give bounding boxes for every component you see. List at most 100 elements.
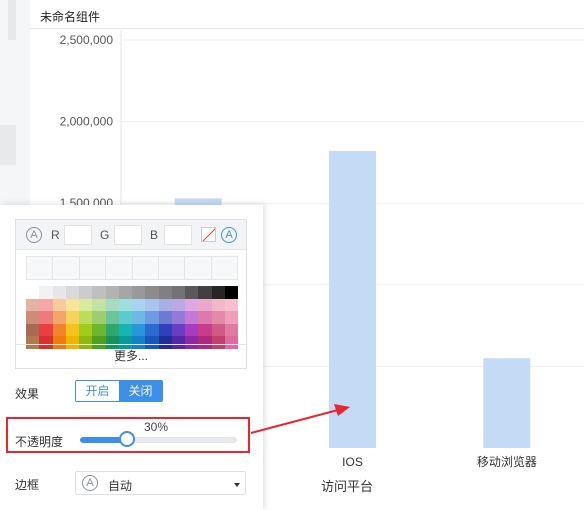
- color-swatch[interactable]: [132, 311, 146, 324]
- r-input[interactable]: [64, 225, 92, 245]
- recent-color-swatch[interactable]: [185, 257, 212, 279]
- opacity-slider-track[interactable]: [80, 437, 237, 443]
- color-swatch[interactable]: [52, 323, 66, 336]
- opacity-value: 30%: [144, 420, 169, 434]
- color-swatch[interactable]: [39, 311, 53, 324]
- color-picker: A R G B A 更多...: [15, 219, 247, 369]
- color-swatch[interactable]: [171, 323, 185, 336]
- chevron-down-icon: [234, 483, 240, 487]
- color-swatch[interactable]: [224, 311, 238, 324]
- recent-color-swatch[interactable]: [53, 257, 80, 279]
- color-swatch[interactable]: [171, 286, 185, 299]
- color-swatch[interactable]: [26, 323, 40, 336]
- sidebar-scroll-handle[interactable]: [8, 0, 16, 40]
- color-swatch[interactable]: [171, 311, 185, 324]
- recent-color-swatch[interactable]: [158, 257, 186, 279]
- recent-color-swatch[interactable]: [79, 257, 107, 279]
- opacity-slider-knob[interactable]: [119, 431, 135, 447]
- color-swatch[interactable]: [211, 298, 225, 311]
- color-swatch[interactable]: [224, 286, 238, 299]
- effect-toggle: 开启 关闭: [75, 380, 163, 402]
- color-swatch[interactable]: [224, 323, 238, 336]
- color-swatch[interactable]: [198, 298, 212, 311]
- color-swatch[interactable]: [145, 298, 159, 311]
- b-input[interactable]: [164, 225, 192, 245]
- color-swatch[interactable]: [158, 298, 172, 311]
- recent-color-swatch[interactable]: [27, 257, 54, 279]
- color-swatch[interactable]: [185, 323, 199, 336]
- y-tick-label: 2,500,000: [60, 33, 114, 47]
- color-swatch[interactable]: [145, 311, 159, 324]
- color-swatch[interactable]: [118, 298, 132, 311]
- color-swatch[interactable]: [39, 323, 53, 336]
- color-swatch[interactable]: [105, 323, 119, 336]
- color-swatch[interactable]: [132, 298, 146, 311]
- effect-on-button[interactable]: 开启: [76, 381, 119, 401]
- color-swatch[interactable]: [132, 323, 146, 336]
- color-swatch[interactable]: [198, 286, 212, 299]
- color-swatch[interactable]: [118, 286, 132, 299]
- g-input[interactable]: [114, 225, 142, 245]
- recent-color-swatch[interactable]: [132, 257, 159, 279]
- color-swatch[interactable]: [92, 323, 106, 336]
- color-swatch[interactable]: [26, 311, 40, 324]
- color-swatch[interactable]: [92, 298, 106, 311]
- color-swatch[interactable]: [65, 286, 79, 299]
- effect-off-button[interactable]: 关闭: [119, 381, 162, 401]
- x-tick-label: 移动浏览器: [477, 454, 537, 469]
- color-swatch[interactable]: [105, 298, 119, 311]
- auto-color-selected-icon[interactable]: A: [221, 227, 237, 243]
- color-swatch[interactable]: [224, 298, 238, 311]
- color-swatch[interactable]: [26, 298, 40, 311]
- color-swatch[interactable]: [185, 298, 199, 311]
- color-swatch[interactable]: [26, 286, 40, 299]
- color-swatch[interactable]: [118, 311, 132, 324]
- color-swatch[interactable]: [79, 323, 93, 336]
- color-swatch[interactable]: [79, 298, 93, 311]
- color-swatch[interactable]: [158, 323, 172, 336]
- recent-colors-row: [26, 256, 238, 280]
- b-label: B: [150, 228, 159, 242]
- color-swatch[interactable]: [198, 323, 212, 336]
- color-swatch[interactable]: [105, 286, 119, 299]
- x-tick-label: IOS: [342, 455, 363, 469]
- color-swatch[interactable]: [158, 286, 172, 299]
- color-swatch[interactable]: [132, 286, 146, 299]
- color-swatch[interactable]: [52, 286, 66, 299]
- color-swatch[interactable]: [211, 323, 225, 336]
- color-swatch[interactable]: [92, 286, 106, 299]
- color-swatch[interactable]: [171, 298, 185, 311]
- auto-color-icon[interactable]: A: [26, 227, 42, 243]
- color-swatch[interactable]: [79, 311, 93, 324]
- color-swatch[interactable]: [65, 298, 79, 311]
- more-colors-button[interactable]: 更多...: [16, 344, 246, 368]
- color-swatch[interactable]: [145, 286, 159, 299]
- color-swatch[interactable]: [52, 298, 66, 311]
- color-swatch[interactable]: [198, 311, 212, 324]
- opacity-label: 不透明度: [15, 435, 64, 449]
- no-color-icon[interactable]: [201, 227, 216, 242]
- color-swatch[interactable]: [39, 298, 53, 311]
- color-swatch[interactable]: [211, 311, 225, 324]
- color-swatch[interactable]: [65, 323, 79, 336]
- effect-label: 效果: [15, 387, 40, 401]
- color-swatch[interactable]: [92, 311, 106, 324]
- color-swatch[interactable]: [211, 286, 225, 299]
- border-select[interactable]: A 自动: [75, 471, 246, 495]
- rgb-bar: A R G B A: [16, 220, 246, 250]
- color-swatch[interactable]: [158, 311, 172, 324]
- color-palette-grid: [26, 286, 238, 349]
- r-label: R: [51, 228, 60, 242]
- color-swatch[interactable]: [185, 311, 199, 324]
- color-swatch[interactable]: [65, 311, 79, 324]
- style-settings-panel: A R G B A 更多... 效果 开启 关闭 不透明度 30% 边框 A 自: [0, 205, 263, 510]
- color-swatch[interactable]: [79, 286, 93, 299]
- recent-color-swatch[interactable]: [106, 257, 133, 279]
- color-swatch[interactable]: [39, 286, 53, 299]
- recent-color-swatch[interactable]: [211, 257, 237, 279]
- color-swatch[interactable]: [185, 286, 199, 299]
- color-swatch[interactable]: [118, 323, 132, 336]
- color-swatch[interactable]: [105, 311, 119, 324]
- color-swatch[interactable]: [145, 323, 159, 336]
- color-swatch[interactable]: [52, 311, 66, 324]
